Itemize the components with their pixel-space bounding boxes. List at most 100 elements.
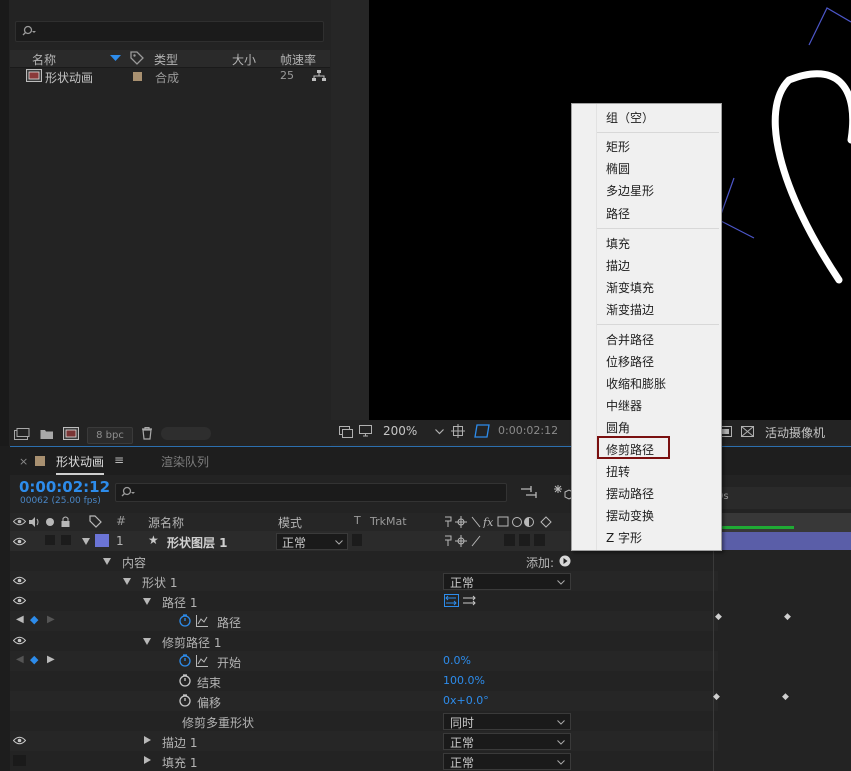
keyframe-nav-right[interactable]: ▶ (47, 654, 55, 665)
eye-box[interactable] (13, 755, 26, 766)
eye-icon[interactable] (13, 736, 26, 745)
stopwatch-icon[interactable] (179, 694, 191, 707)
trim-multiple-row[interactable]: 修剪多重形状 同时 (10, 711, 718, 731)
fill-mode-select[interactable]: 正常 (443, 753, 571, 770)
bpc-button[interactable]: 8 bpc (87, 427, 133, 444)
project-search-input[interactable] (15, 21, 324, 42)
work-area-bar[interactable] (713, 513, 851, 533)
layer-switches-icons[interactable] (443, 535, 493, 547)
solo-icon[interactable] (45, 517, 55, 527)
menu-item-group-empty[interactable]: 组（空） (606, 109, 654, 126)
expand-triangle-icon[interactable] (143, 638, 152, 646)
monitor-icon[interactable] (359, 425, 373, 437)
menu-item-zig-zag[interactable]: Z 字形 (606, 529, 642, 546)
menu-item-wiggle-paths[interactable]: 摆动路径 (606, 485, 654, 502)
layer-label-color[interactable] (95, 534, 109, 547)
comp-flowchart-icon[interactable] (521, 485, 539, 499)
timeline-search-input[interactable] (115, 483, 507, 502)
switch-box[interactable] (534, 534, 545, 546)
label-tag-icon[interactable] (89, 515, 102, 528)
menu-item-gradient-stroke[interactable]: 渐变描边 (606, 301, 654, 318)
eye-icon[interactable] (13, 596, 26, 605)
collapse-triangle-icon[interactable] (144, 736, 152, 745)
menu-item-gradient-fill[interactable]: 渐变填充 (606, 279, 654, 296)
menu-item-stroke[interactable]: 描边 (606, 257, 630, 274)
active-camera-select[interactable]: 活动摄像机 (765, 424, 825, 441)
region-icon[interactable] (451, 424, 465, 438)
flowchart-icon[interactable] (312, 70, 326, 82)
item-label-swatch[interactable] (133, 72, 142, 81)
current-time[interactable]: 0:00:02:12 (19, 478, 110, 496)
trim-paths-row[interactable]: 修剪路径 1 (10, 631, 718, 651)
menu-item-merge-paths[interactable]: 合并路径 (606, 331, 654, 348)
stroke-row[interactable]: 描边 1 正常 (10, 731, 718, 751)
eye-icon[interactable] (13, 636, 26, 645)
end-value[interactable]: 100.0% (443, 674, 485, 687)
interpret-footage-icon[interactable] (14, 428, 30, 440)
eye-icon[interactable] (13, 517, 26, 526)
path-row[interactable]: ◀ ◆ ▶ 路径 (10, 611, 718, 631)
keyframe[interactable]: ◆ (782, 692, 789, 702)
project-scrollbar[interactable] (161, 427, 211, 440)
trim-multiple-select[interactable]: 同时 (443, 713, 571, 730)
keyframe-nav-add[interactable]: ◆ (30, 613, 38, 626)
col-type[interactable]: 类型 (154, 51, 178, 68)
menu-item-rectangle[interactable]: 矩形 (606, 138, 630, 155)
new-composition-icon[interactable] (63, 427, 79, 440)
graph-icon[interactable] (196, 615, 208, 627)
stroke-mode-select[interactable]: 正常 (443, 733, 571, 750)
layer-duration-bar[interactable] (721, 532, 851, 550)
fill-row[interactable]: 填充 1 正常 (10, 751, 718, 771)
eye-icon[interactable] (13, 576, 26, 585)
tab-shape-animation[interactable]: 形状动画 (56, 453, 105, 475)
menu-item-repeater[interactable]: 中继器 (606, 397, 642, 414)
layer-name[interactable]: 形状图层 1 (167, 534, 228, 551)
menu-item-wiggle-transform[interactable]: 摆动变换 (606, 507, 654, 524)
expand-triangle-icon[interactable] (123, 578, 132, 586)
lock-icon[interactable] (61, 516, 70, 527)
snapshot-icon[interactable] (339, 426, 353, 438)
switch-box[interactable] (504, 534, 515, 546)
trash-icon[interactable] (141, 427, 153, 440)
contents-row[interactable]: 内容 添加: (10, 551, 718, 571)
stopwatch-icon[interactable] (179, 614, 191, 627)
viewer-timecode[interactable]: 0:00:02:12 (498, 424, 558, 437)
project-item[interactable]: 形状动画 合成 25 (10, 68, 330, 85)
transparency-grid-icon[interactable] (474, 424, 490, 438)
switch-box[interactable] (519, 534, 530, 546)
close-icon[interactable]: × (19, 455, 28, 468)
layer-mode-select[interactable]: 正常 (276, 533, 348, 550)
start-value[interactable]: 0.0% (443, 654, 471, 667)
menu-item-round-corners[interactable]: 圆角 (606, 419, 630, 436)
menu-item-offset-paths[interactable]: 位移路径 (606, 353, 654, 370)
keyframe-nav-add[interactable]: ◆ (30, 653, 38, 666)
audio-box[interactable] (45, 535, 55, 545)
menu-item-polystar[interactable]: 多边星形 (606, 182, 654, 199)
menu-item-path[interactable]: 路径 (606, 205, 630, 222)
col-size[interactable]: 大小 (232, 51, 256, 68)
new-folder-icon[interactable] (40, 428, 54, 440)
time-ruler[interactable]: 0s (713, 487, 851, 509)
shape-row[interactable]: 形状 1 正常 (10, 571, 718, 591)
start-row[interactable]: ◀ ◆ ▶ 开始 0.0% (10, 651, 718, 671)
tab-render-queue[interactable]: 渲染队列 (161, 453, 209, 470)
add-play-icon[interactable] (559, 555, 571, 567)
eye-icon[interactable] (13, 537, 26, 546)
keyframe[interactable]: ◆ (715, 612, 722, 622)
trkmat-box[interactable] (352, 534, 362, 546)
expand-triangle-icon[interactable] (143, 598, 152, 606)
col-t[interactable]: T (354, 514, 361, 527)
col-fps[interactable]: 帧速率 (280, 51, 316, 68)
col-trkmat[interactable]: TrkMat (370, 515, 407, 528)
offset-row[interactable]: 偏移 0x+0.0° (10, 691, 718, 711)
graph-icon[interactable] (196, 655, 208, 667)
keyframe-nav-left[interactable]: ◀ (16, 654, 24, 665)
collapse-triangle-icon[interactable] (144, 756, 152, 765)
switches-icons[interactable]: fx (443, 516, 563, 528)
menu-item-ellipse[interactable]: 椭圆 (606, 160, 630, 177)
end-row[interactable]: 结束 100.0% (10, 671, 718, 691)
stopwatch-icon[interactable] (179, 674, 191, 687)
keyframe[interactable]: ◆ (784, 612, 791, 622)
stopwatch-icon[interactable] (179, 654, 191, 667)
tab-menu-icon[interactable]: ≡ (114, 453, 124, 467)
